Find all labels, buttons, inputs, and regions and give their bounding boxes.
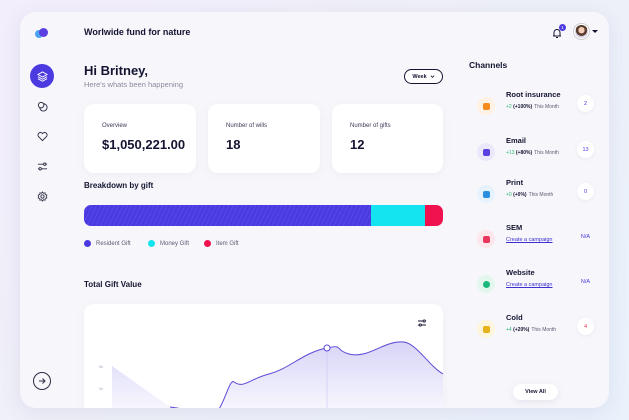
change-period: This Month xyxy=(534,150,559,156)
channel-count: N/A xyxy=(580,278,591,285)
hand-icon xyxy=(477,320,495,338)
change-period: This Month xyxy=(528,192,554,198)
bar-segment-money-gift xyxy=(371,205,426,226)
arrow-right-icon xyxy=(39,378,46,384)
stat-label: Number of gifts xyxy=(350,123,391,129)
layers-icon xyxy=(36,70,48,82)
change-pct: (+100%) xyxy=(513,104,533,110)
hover-point xyxy=(323,344,331,352)
breakdown-title: Breakdown by gift xyxy=(84,181,154,190)
app-window: Worlwide fund for nature 1 Hi Britney, H… xyxy=(20,12,609,408)
channel-change: +0 (+0%) This Month xyxy=(506,192,553,198)
stat-label: Number of wills xyxy=(226,123,268,129)
channel-name: Website xyxy=(506,268,535,277)
change-period: This Month xyxy=(531,327,557,333)
printer-icon xyxy=(477,185,495,203)
app-title: Worlwide fund for nature xyxy=(84,27,191,37)
area-fill xyxy=(112,341,443,408)
legend-dot xyxy=(148,240,155,247)
channels-title: Channels xyxy=(469,60,508,70)
globe-icon xyxy=(477,275,495,293)
period-select[interactable]: Week xyxy=(404,69,443,84)
channel-change: +4 (+20%) This Month xyxy=(506,327,556,333)
legend-resident-gift: Resident Gift xyxy=(84,240,131,247)
legend-dot xyxy=(204,240,211,247)
channel-count: 2 xyxy=(577,95,594,112)
gear-icon xyxy=(37,190,47,202)
nav-settings-button[interactable] xyxy=(30,184,54,208)
channel-name: Print xyxy=(506,178,524,187)
stat-value: 12 xyxy=(350,137,365,152)
stat-card-wills: Number of wills 18 xyxy=(208,104,320,173)
stat-card-overview: Overview $1,050,221.00 xyxy=(84,104,196,173)
change-pct: (+20%) xyxy=(513,327,530,333)
channel-change: +2 (+100%) This Month xyxy=(506,104,559,110)
create-campaign-link[interactable]: Create a campaign xyxy=(506,282,552,288)
channel-count: 13 xyxy=(577,141,594,158)
change-value: +0 xyxy=(506,192,512,198)
channel-name: Email xyxy=(506,136,527,145)
change-value: +13 xyxy=(506,150,515,156)
legend-dot xyxy=(84,240,91,247)
legend-label: Resident Gift xyxy=(96,240,131,247)
channel-cold[interactable]: Cold +4 (+20%) This Month 4 xyxy=(469,313,594,349)
greeting-title: Hi Britney, xyxy=(84,63,149,78)
area-chart xyxy=(112,341,443,408)
change-period: This Month xyxy=(534,104,559,110)
area-line xyxy=(169,406,180,408)
stat-card-gifts: Number of gifts 12 xyxy=(332,104,443,173)
channel-email[interactable]: Email +13 (+80%) This Month 13 xyxy=(469,136,594,172)
change-value: +4 xyxy=(506,327,512,333)
greeting-subtitle: Here's whats been happening xyxy=(84,80,184,89)
change-pct: (+80%) xyxy=(515,150,533,156)
legend-label: Item Gift xyxy=(216,240,239,247)
nav-favorites-button[interactable] xyxy=(30,124,54,148)
app-logo xyxy=(35,28,49,40)
channel-root-insurance[interactable]: Root insurance +2 (+100%) This Month 2 xyxy=(469,90,594,126)
heart-icon xyxy=(36,131,48,141)
legend-label: Money Gift xyxy=(160,240,190,247)
channel-change: +13 (+80%) This Month xyxy=(506,150,559,156)
nav-gift-button[interactable] xyxy=(30,94,54,118)
channel-website[interactable]: Website Create a campaign N/A xyxy=(469,268,594,304)
channel-sem[interactable]: SEM Create a campaign N/A xyxy=(469,223,594,259)
chevron-down-icon[interactable] xyxy=(592,30,598,33)
channel-name: SEM xyxy=(506,223,523,232)
stat-value: $1,050,221.00 xyxy=(102,137,186,152)
stat-label: Overview xyxy=(102,123,128,129)
channel-count: 0 xyxy=(577,183,594,200)
channel-count: 4 xyxy=(577,318,594,335)
sidebar xyxy=(20,12,64,408)
channel-name: Root insurance xyxy=(506,90,561,99)
nav-layers-button[interactable] xyxy=(30,64,54,88)
channel-count: N/A xyxy=(580,233,591,240)
create-campaign-link[interactable]: Create a campaign xyxy=(506,237,552,243)
shield-icon xyxy=(477,97,495,115)
legend-money-gift: Money Gift xyxy=(148,240,189,247)
view-all-button[interactable]: View All xyxy=(513,384,558,400)
sliders-icon xyxy=(37,162,47,170)
stat-value: 18 xyxy=(226,137,241,152)
expand-sidebar-button[interactable] xyxy=(33,372,51,390)
breakdown-bar xyxy=(84,205,443,226)
bar-segment-item-gift xyxy=(425,205,443,226)
total-gift-chart: 8k 6k 4k xyxy=(84,304,443,408)
mail-icon xyxy=(477,143,495,161)
nav-filters-button[interactable] xyxy=(30,154,54,178)
period-select-value: Week xyxy=(412,73,427,80)
avatar[interactable] xyxy=(574,24,589,39)
channel-name: Cold xyxy=(506,313,523,322)
bar-segment-resident-gift xyxy=(84,205,372,226)
coin-icon xyxy=(37,101,48,112)
channel-print[interactable]: Print +0 (+0%) This Month 0 xyxy=(469,178,594,214)
notification-badge: 1 xyxy=(559,24,566,31)
change-value: +2 xyxy=(506,104,512,110)
legend-item-gift: Item Gift xyxy=(204,240,239,247)
chevron-down-icon xyxy=(430,75,435,78)
total-gift-title: Total Gift Value xyxy=(84,280,142,289)
change-pct: (+0%) xyxy=(513,192,527,198)
calendar-icon xyxy=(477,230,495,248)
